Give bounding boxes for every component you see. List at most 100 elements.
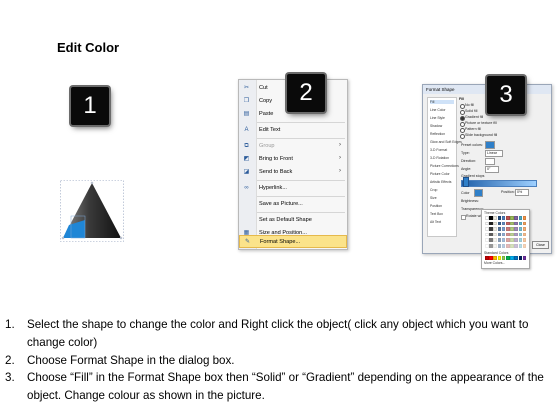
category-line-style[interactable]: Line Style — [430, 116, 445, 120]
color-swatch[interactable] — [518, 221, 523, 226]
color-swatch[interactable] — [493, 232, 497, 237]
color-swatch[interactable] — [506, 244, 510, 248]
color-swatch[interactable] — [497, 244, 502, 248]
color-swatch[interactable] — [485, 216, 489, 220]
category-3d-rotation[interactable]: 3-D Rotation — [430, 156, 449, 160]
color-swatch[interactable] — [514, 244, 518, 248]
category-reflection[interactable]: Reflection — [430, 132, 445, 136]
color-swatch[interactable] — [485, 238, 489, 242]
color-swatch[interactable] — [497, 216, 502, 220]
color-swatch[interactable] — [489, 244, 493, 248]
color-swatch[interactable] — [518, 216, 523, 220]
close-button[interactable]: Close — [532, 241, 549, 249]
color-swatch[interactable] — [501, 238, 506, 242]
color-swatch[interactable] — [506, 221, 510, 226]
color-swatch[interactable] — [510, 221, 514, 226]
color-swatch[interactable] — [522, 238, 527, 242]
position-input[interactable]: 0% — [515, 189, 529, 196]
gradient-stops-bar[interactable] — [461, 180, 537, 187]
gradient-stop-handle[interactable] — [463, 177, 469, 187]
color-swatch[interactable] — [485, 227, 489, 231]
angle-input[interactable]: 0° — [485, 166, 499, 173]
color-swatch[interactable] — [522, 232, 527, 237]
more-colors-link[interactable]: More Colors... — [484, 261, 505, 265]
category-crop[interactable]: Crop — [430, 188, 437, 192]
color-swatch[interactable] — [497, 238, 502, 242]
standard-color-swatch[interactable] — [489, 256, 493, 260]
category-position[interactable]: Position — [430, 204, 442, 208]
menu-item-set-default-shape[interactable]: Set as Default Shape — [239, 214, 347, 227]
standard-color-swatch[interactable] — [501, 256, 506, 260]
direction-dropdown[interactable] — [485, 158, 495, 165]
color-swatch[interactable] — [485, 244, 489, 248]
category-picture-corrections[interactable]: Picture Corrections — [430, 164, 459, 168]
color-swatch[interactable] — [497, 227, 502, 231]
color-swatch[interactable] — [493, 244, 497, 248]
color-swatch[interactable] — [514, 232, 518, 237]
color-swatch[interactable] — [485, 232, 489, 237]
color-swatch[interactable] — [522, 244, 527, 248]
color-swatch[interactable] — [510, 238, 514, 242]
color-swatch[interactable] — [510, 216, 514, 220]
category-line-color[interactable]: Line Color — [430, 108, 445, 112]
standard-color-swatch[interactable] — [506, 256, 510, 260]
color-swatch[interactable] — [514, 238, 518, 242]
category-glow[interactable]: Glow and Soft Edges — [430, 140, 462, 144]
category-size[interactable]: Size — [430, 196, 437, 200]
color-swatch[interactable] — [493, 221, 497, 226]
color-swatch[interactable] — [501, 244, 506, 248]
menu-item-send-to-back[interactable]: ◪ Send to Back › — [239, 166, 347, 179]
standard-color-swatch[interactable] — [514, 256, 518, 260]
color-swatch[interactable] — [518, 238, 523, 242]
color-swatch[interactable] — [489, 232, 493, 237]
pyramid-shape[interactable] — [60, 180, 124, 242]
color-swatch[interactable] — [497, 232, 502, 237]
color-swatch[interactable] — [506, 227, 510, 231]
standard-color-swatch[interactable] — [485, 256, 489, 260]
category-3d-format[interactable]: 3-D Format — [430, 148, 447, 152]
standard-color-swatch[interactable] — [522, 256, 527, 260]
color-swatch[interactable] — [497, 221, 502, 226]
color-swatch[interactable] — [489, 227, 493, 231]
type-dropdown[interactable]: Linear — [485, 150, 503, 157]
menu-item-hyperlink[interactable]: ∞ Hyperlink... — [239, 182, 347, 195]
standard-color-swatch[interactable] — [510, 256, 514, 260]
color-swatch[interactable] — [522, 216, 527, 220]
color-swatch[interactable] — [501, 221, 506, 226]
standard-color-swatch[interactable] — [518, 256, 523, 260]
color-swatch[interactable] — [514, 227, 518, 231]
standard-color-swatch[interactable] — [493, 256, 497, 260]
color-swatch[interactable] — [501, 227, 506, 231]
color-swatch[interactable] — [489, 221, 493, 226]
preset-colors-dropdown[interactable] — [485, 141, 495, 149]
color-swatch[interactable] — [506, 216, 510, 220]
color-swatch[interactable] — [518, 232, 523, 237]
category-artistic-effects[interactable]: Artistic Effects — [430, 180, 451, 184]
color-swatch[interactable] — [514, 221, 518, 226]
category-shadow[interactable]: Shadow — [430, 124, 442, 128]
color-swatch[interactable] — [518, 244, 523, 248]
color-picker-button[interactable] — [474, 189, 483, 197]
color-swatch[interactable] — [489, 216, 493, 220]
color-swatch[interactable] — [501, 216, 506, 220]
color-swatch[interactable] — [506, 232, 510, 237]
menu-item-group[interactable]: ⧉ Group › — [239, 140, 347, 153]
color-swatch[interactable] — [501, 232, 506, 237]
color-swatch[interactable] — [522, 221, 527, 226]
color-swatch[interactable] — [485, 221, 489, 226]
color-swatch[interactable] — [493, 238, 497, 242]
menu-item-edit-text[interactable]: A Edit Text — [239, 124, 347, 137]
color-swatch[interactable] — [522, 227, 527, 231]
menu-item-format-shape[interactable]: ✎ Format Shape... — [239, 235, 347, 248]
color-swatch[interactable] — [510, 244, 514, 248]
color-swatch[interactable] — [506, 238, 510, 242]
color-swatch[interactable] — [510, 232, 514, 237]
category-picture-color[interactable]: Picture Color — [430, 172, 450, 176]
color-swatch[interactable] — [493, 227, 497, 231]
standard-color-swatch[interactable] — [497, 256, 502, 260]
color-swatch[interactable] — [514, 216, 518, 220]
menu-item-save-as-picture[interactable]: Save as Picture... — [239, 198, 347, 211]
color-swatch[interactable] — [518, 227, 523, 231]
category-fill[interactable]: Fill — [430, 100, 454, 104]
category-text-box[interactable]: Text Box — [430, 212, 443, 216]
